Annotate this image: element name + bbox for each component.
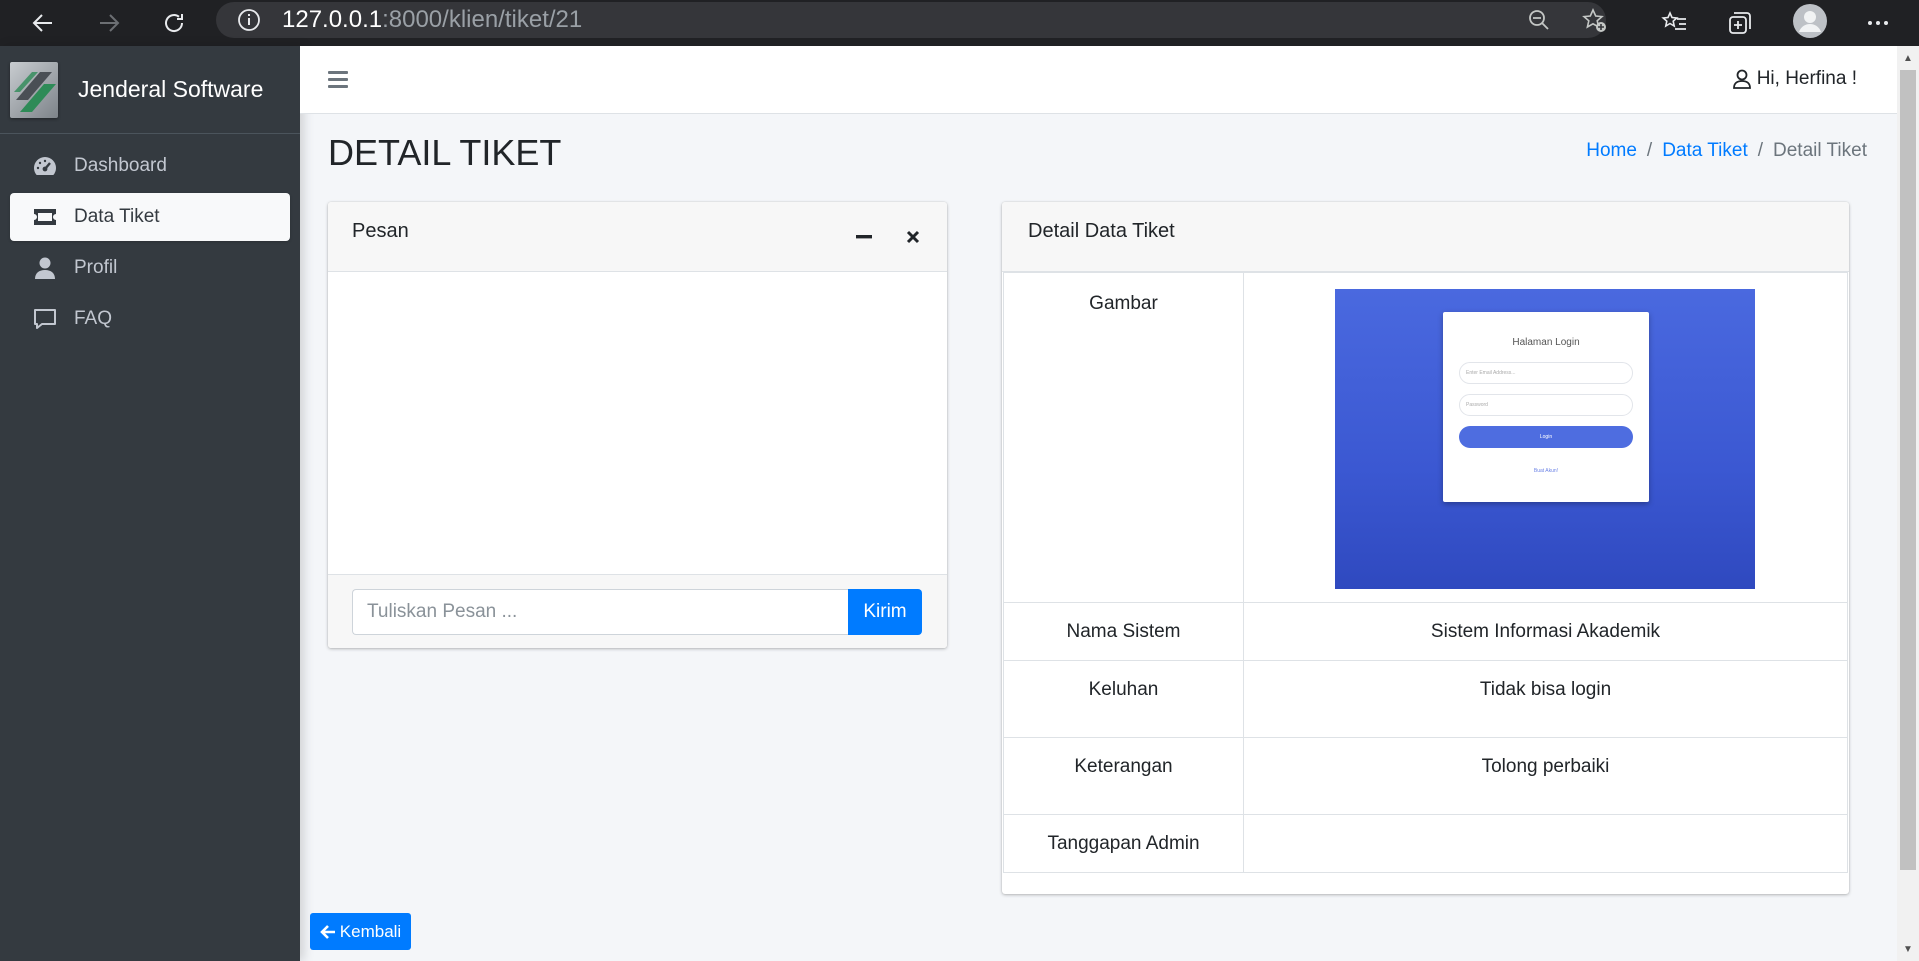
sidebar-item-faq[interactable]: FAQ: [10, 295, 290, 343]
row-label-gambar: Gambar: [1003, 272, 1244, 603]
row-label-tanggapan-admin: Tanggapan Admin: [1003, 814, 1244, 873]
browser-toolbar: 127.0.0.1:8000/klien/tiket/21: [0, 0, 1919, 46]
breadcrumb: Home / Data Tiket / Detail Tiket: [1586, 140, 1867, 162]
screenshot-login-box: Halaman Login Enter Email Address... Pas…: [1443, 312, 1649, 502]
chat-card-title: Pesan: [352, 220, 409, 242]
forward-nav-button[interactable]: [76, 0, 142, 46]
scroll-thumb[interactable]: [1900, 70, 1916, 870]
zoom-out-icon[interactable]: [1526, 7, 1552, 33]
back-button[interactable]: Kembali: [310, 913, 411, 950]
reload-button[interactable]: [141, 0, 207, 46]
breadcrumb-separator: /: [1646, 140, 1653, 161]
detail-card-title: Detail Data Tiket: [1028, 220, 1175, 242]
info-icon[interactable]: [236, 7, 262, 33]
collections-icon[interactable]: [1723, 6, 1757, 40]
table-row: Keluhan Tidak bisa login: [1003, 660, 1848, 738]
ticket-screenshot-image[interactable]: Halaman Login Enter Email Address... Pas…: [1335, 289, 1755, 589]
sidebar-item-label: Profil: [74, 257, 118, 278]
screenshot-login-title: Halaman Login: [1512, 337, 1580, 348]
send-button[interactable]: Kirim: [848, 589, 922, 635]
table-row: Keterangan Tolong perbaiki: [1003, 737, 1848, 815]
page-title: DETAIL TIKET: [328, 132, 562, 173]
url-host: 127.0.0.1: [282, 6, 383, 33]
scroll-up-arrow-icon[interactable]: ▲: [1897, 48, 1919, 68]
profile-avatar-icon[interactable]: [1791, 2, 1829, 40]
sidebar-item-data-tiket[interactable]: Data Tiket: [10, 193, 290, 241]
detail-table: Gambar Halaman Login Enter Email Address…: [1003, 272, 1848, 873]
screenshot-email-field: Enter Email Address...: [1459, 362, 1633, 384]
screenshot-password-field: Password: [1459, 394, 1633, 416]
table-row: Gambar Halaman Login Enter Email Address…: [1003, 272, 1848, 603]
more-menu-icon[interactable]: [1861, 6, 1895, 40]
user-menu[interactable]: Hi, Herfina !: [1732, 68, 1857, 90]
arrow-left-icon: [32, 14, 52, 32]
user-outline-icon: [1732, 69, 1751, 89]
breadcrumb-current: Detail Tiket: [1773, 140, 1867, 161]
breadcrumb-home[interactable]: Home: [1586, 140, 1637, 162]
scroll-down-arrow-icon[interactable]: ▼: [1897, 939, 1919, 959]
row-value-tanggapan-admin: [1243, 814, 1848, 873]
menu-toggle-icon[interactable]: [328, 68, 348, 90]
back-nav-button[interactable]: [10, 0, 76, 46]
arrow-left-icon: [319, 924, 335, 939]
user-icon: [32, 255, 58, 281]
reload-icon: [165, 14, 184, 32]
page-scrollbar[interactable]: ▲ ▼: [1897, 46, 1919, 961]
brand-text: Jenderal Software: [78, 76, 264, 102]
minimize-icon[interactable]: [851, 224, 877, 250]
row-value-keterangan: Tolong perbaiki: [1243, 737, 1848, 815]
url-path: :8000/klien/tiket/21: [382, 6, 583, 33]
address-bar[interactable]: 127.0.0.1:8000/klien/tiket/21: [216, 2, 1606, 38]
favorites-icon[interactable]: [1657, 6, 1691, 40]
detail-card-header: Detail Data Tiket: [1002, 202, 1849, 272]
message-input[interactable]: [352, 589, 848, 635]
sidebar-menu: Dashboard Data Tiket Profil FAQ: [0, 134, 300, 354]
screenshot-login-button: Login: [1459, 426, 1633, 448]
breadcrumb-data-tiket[interactable]: Data Tiket: [1662, 140, 1748, 162]
add-favorite-icon[interactable]: [1581, 7, 1607, 33]
close-icon[interactable]: [900, 224, 926, 250]
comment-icon: [32, 306, 58, 332]
back-button-label: Kembali: [339, 921, 402, 941]
chat-card-footer: Kirim: [328, 574, 947, 648]
chat-card: Pesan Kirim: [328, 202, 947, 648]
row-value-nama-sistem: Sistem Informasi Akademik: [1243, 602, 1848, 661]
table-row: Tanggapan Admin: [1003, 814, 1848, 873]
ticket-icon: [32, 204, 58, 230]
row-value-keluhan: Tidak bisa login: [1243, 660, 1848, 738]
sidebar-item-profil[interactable]: Profil: [10, 244, 290, 292]
row-label-keterangan: Keterangan: [1003, 737, 1244, 815]
tachometer-icon: [32, 153, 58, 179]
ticket-image-cell: Halaman Login Enter Email Address... Pas…: [1243, 272, 1848, 603]
sidebar-item-label: FAQ: [74, 308, 113, 329]
detail-card: Detail Data Tiket Gambar Halaman Login E…: [1002, 202, 1849, 894]
table-row: Nama Sistem Sistem Informasi Akademik: [1003, 602, 1848, 661]
chat-card-header: Pesan: [328, 202, 947, 272]
screenshot-register-link: Buat Akun!: [1533, 468, 1559, 474]
user-greeting: Hi, Herfina !: [1756, 68, 1857, 89]
brand-logo: [10, 61, 58, 118]
sidebar-item-dashboard[interactable]: Dashboard: [10, 142, 290, 190]
chat-messages-area[interactable]: [328, 272, 947, 574]
arrow-right-icon: [100, 14, 120, 32]
row-label-keluhan: Keluhan: [1003, 660, 1244, 738]
top-navbar: Hi, Herfina !: [300, 46, 1897, 114]
sidebar-item-label: Data Tiket: [74, 206, 160, 227]
brand-link[interactable]: Jenderal Software: [0, 46, 300, 134]
row-label-nama-sistem: Nama Sistem: [1003, 602, 1244, 661]
breadcrumb-separator: /: [1757, 140, 1764, 161]
sidebar-item-label: Dashboard: [74, 155, 167, 176]
sidebar: Jenderal Software Dashboard Data Tiket P…: [0, 46, 300, 961]
